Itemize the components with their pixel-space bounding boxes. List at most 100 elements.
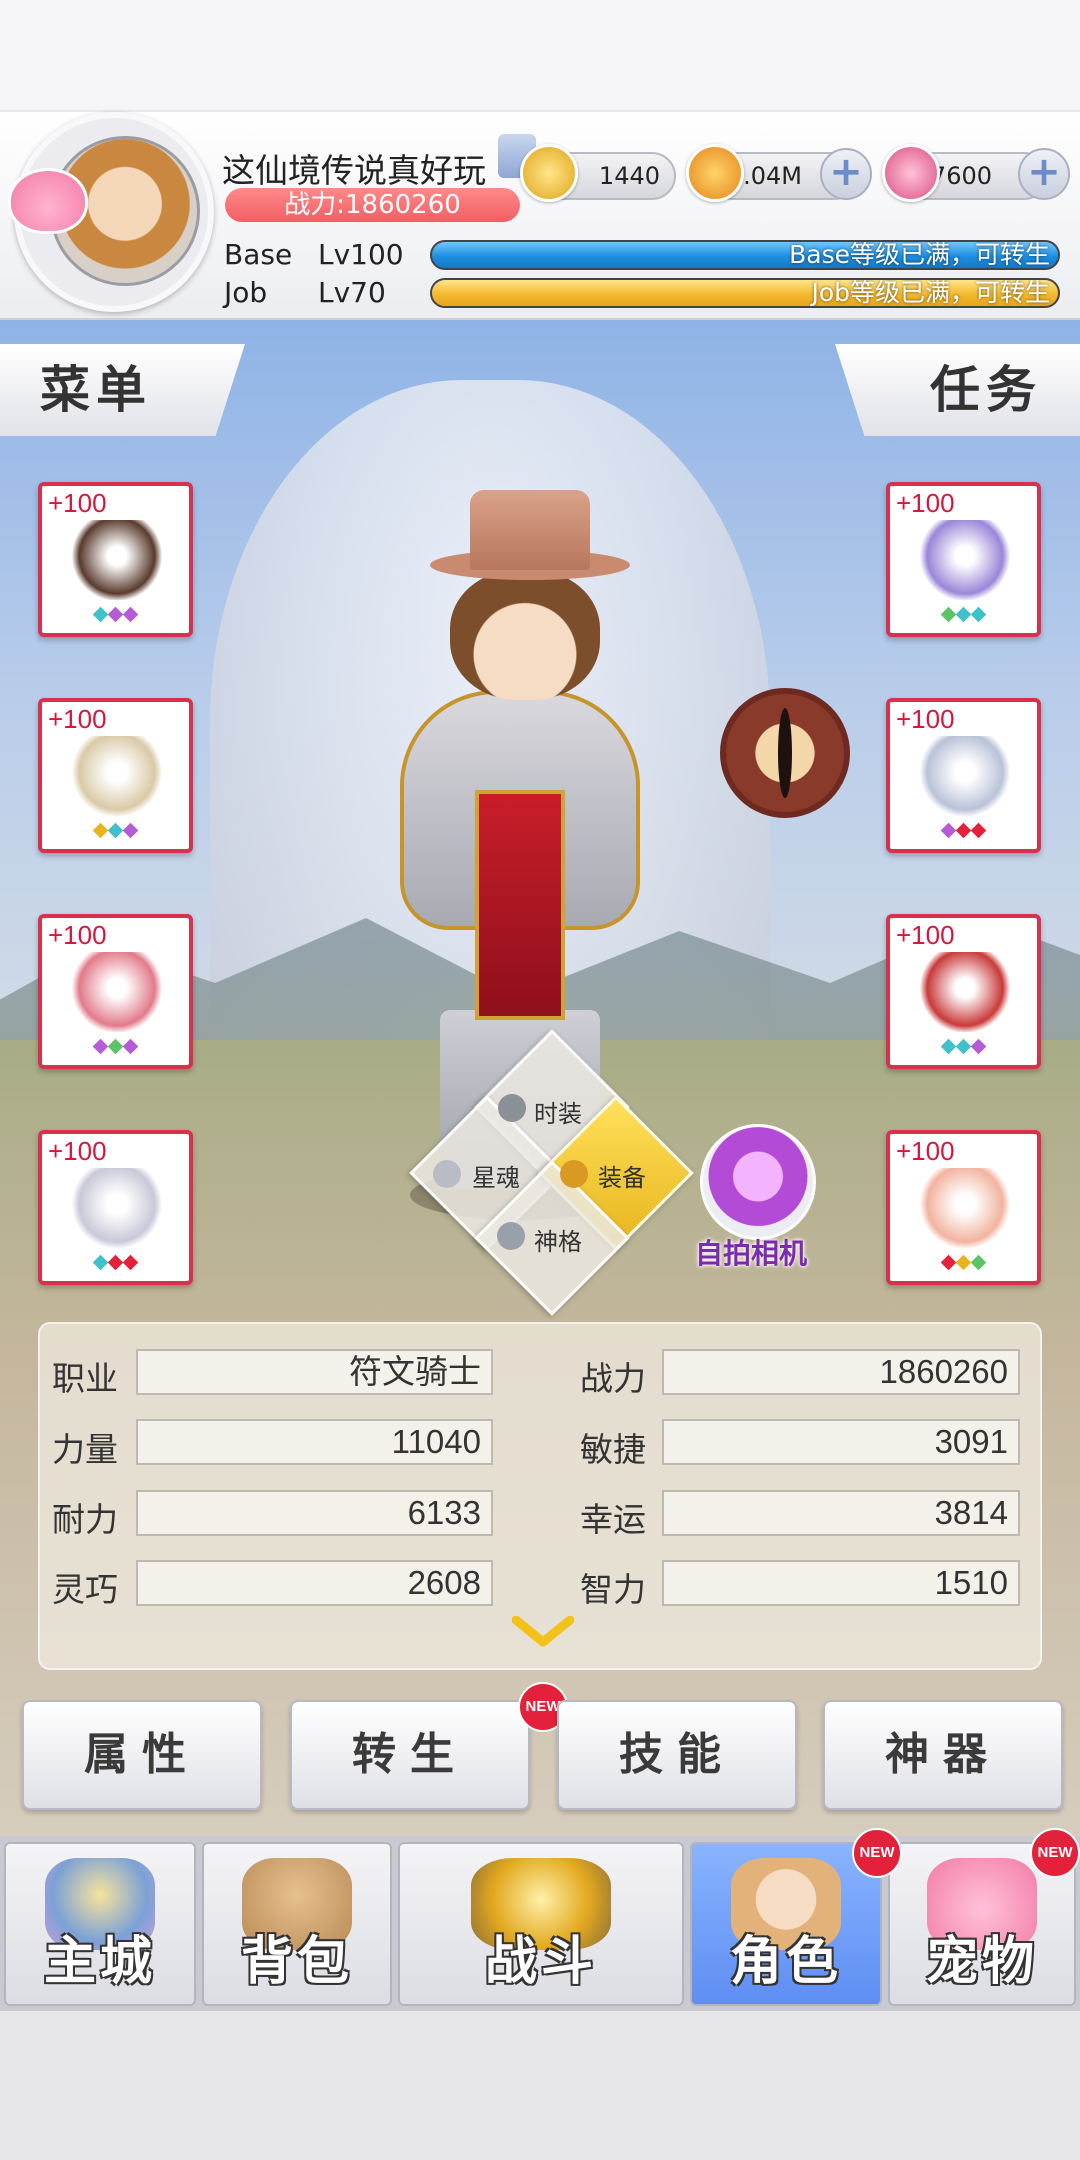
agi-value: 3091: [662, 1419, 1020, 1465]
equip-slot-right-1[interactable]: +100: [886, 482, 1041, 637]
gem-icon: [955, 606, 972, 623]
witch-hat-icon: [72, 520, 162, 600]
ring-icon: [72, 1168, 162, 1248]
vit-value: 6133: [136, 1490, 493, 1536]
luk-value: 3814: [662, 1490, 1020, 1536]
job-exp-bar: Job等级已满，可转生: [430, 278, 1060, 308]
gem-icon: [107, 1254, 124, 1271]
equip-slot-right-2[interactable]: +100: [886, 698, 1041, 853]
nav-main-city-label: 主城: [43, 1932, 156, 1992]
bottom-system-area: [0, 2011, 1080, 2160]
gem-icon: [122, 1038, 139, 1055]
nav-bag[interactable]: 背包: [202, 1842, 392, 2006]
skills-button[interactable]: 技能: [557, 1700, 797, 1810]
refine-level: +100: [896, 488, 955, 518]
quest-tab[interactable]: 任务: [835, 344, 1080, 436]
divinity-label: 神格: [534, 1228, 582, 1256]
add-gold-button[interactable]: +: [820, 148, 872, 200]
agi-label: 敏捷: [580, 1430, 646, 1469]
str-value: 11040: [136, 1419, 493, 1465]
power-stat-value: 1860260: [662, 1349, 1020, 1395]
gem-icon: [92, 606, 109, 623]
equip-slot-left-2[interactable]: +100: [38, 698, 193, 853]
power-stat-label: 战力: [580, 1359, 646, 1398]
fashion-icon: [498, 1094, 526, 1122]
add-gems-button[interactable]: +: [1018, 148, 1070, 200]
refine-level: +100: [896, 704, 955, 734]
star-soul-icon: [433, 1160, 461, 1188]
socket-gems: [890, 822, 1037, 839]
vit-label: 耐力: [52, 1500, 118, 1539]
divinity-icon: [497, 1222, 525, 1250]
character-tabard: [475, 790, 565, 1020]
menu-tab[interactable]: 菜单: [0, 344, 245, 436]
selfie-camera-label[interactable]: 自拍相机: [695, 1232, 807, 1272]
pet-new-badge: NEW: [1030, 1828, 1080, 1878]
gem-icon: [940, 822, 957, 839]
equip-armor-icon: [560, 1160, 588, 1188]
gem-icon: [970, 1038, 987, 1055]
expand-chevron-icon[interactable]: [512, 1616, 574, 1650]
int-label: 智力: [580, 1570, 646, 1609]
gem-icon: [107, 1038, 124, 1055]
hood-cloak-icon: [72, 952, 162, 1032]
equip-slot-right-4[interactable]: +100: [886, 1130, 1041, 1285]
equip-slot-right-3[interactable]: +100: [886, 914, 1041, 1069]
dex-label: 灵巧: [52, 1570, 118, 1609]
gem-icon: [955, 1254, 972, 1271]
artifact-button[interactable]: 神器: [823, 1700, 1063, 1810]
luk-label: 幸运: [580, 1500, 646, 1539]
shoes-icon: [920, 952, 1010, 1032]
gem-icon: [940, 606, 957, 623]
job-class-label: 职业: [52, 1359, 118, 1398]
fashion-label: 时装: [534, 1100, 582, 1128]
gem-icon: [122, 822, 139, 839]
base-level-label: Base: [224, 238, 293, 271]
socket-gems: [890, 1038, 1037, 1055]
int-value: 1510: [662, 1560, 1020, 1606]
socket-gems: [42, 1254, 189, 1271]
refine-level: +100: [896, 920, 955, 950]
pet-poring-icon[interactable]: [8, 168, 88, 234]
player-header: 这仙境传说真好玩 战力:1860260 1440 30.04M + 7600 +…: [0, 112, 1080, 320]
gem-icon: [92, 1254, 109, 1271]
gem-icon: [92, 822, 109, 839]
refine-level: +100: [896, 1136, 955, 1166]
nav-character[interactable]: 角色: [690, 1842, 882, 2006]
equip-slot-left-1[interactable]: +100: [38, 482, 193, 637]
gem-icon: [940, 1038, 957, 1055]
gem-icon: [107, 822, 124, 839]
nav-main-city[interactable]: 主城: [4, 1842, 196, 2006]
str-label: 力量: [52, 1430, 118, 1469]
player-name: 这仙境传说真好玩: [222, 151, 486, 190]
character-head: [450, 570, 600, 700]
selfie-camera-icon[interactable]: [700, 1124, 816, 1240]
gem-icon: [970, 822, 987, 839]
bottom-nav: 主城 背包 战斗 角色 宠物: [0, 1836, 1080, 2011]
gem-icon: [882, 144, 940, 202]
equip-slot-left-3[interactable]: +100: [38, 914, 193, 1069]
gem-icon: [92, 1038, 109, 1055]
dagger-icon: [920, 736, 1010, 816]
socket-gems: [890, 1254, 1037, 1271]
top-status-area: [0, 0, 1080, 110]
nav-battle[interactable]: 战斗: [398, 1842, 684, 2006]
nav-bag-label: 背包: [240, 1932, 353, 1992]
gem-icon: [955, 822, 972, 839]
job-level-label: Job: [224, 276, 268, 309]
refine-level: +100: [48, 488, 107, 518]
refine-level: +100: [48, 920, 107, 950]
character-hat: [470, 490, 590, 570]
character-new-badge: NEW: [852, 1828, 902, 1878]
socket-gems: [42, 1038, 189, 1055]
job-level-value: Lv70: [318, 276, 386, 309]
attributes-button[interactable]: 属性: [22, 1700, 262, 1810]
equip-slot-left-4[interactable]: +100: [38, 1130, 193, 1285]
refine-level: +100: [48, 704, 107, 734]
nav-character-label: 角色: [729, 1932, 842, 1992]
gem-icon: [122, 606, 139, 623]
gem-icon: [940, 1254, 957, 1271]
nav-battle-label: 战斗: [484, 1932, 597, 1992]
rebirth-button[interactable]: 转生: [290, 1700, 530, 1810]
base-exp-bar: Base等级已满，可转生: [430, 240, 1060, 270]
